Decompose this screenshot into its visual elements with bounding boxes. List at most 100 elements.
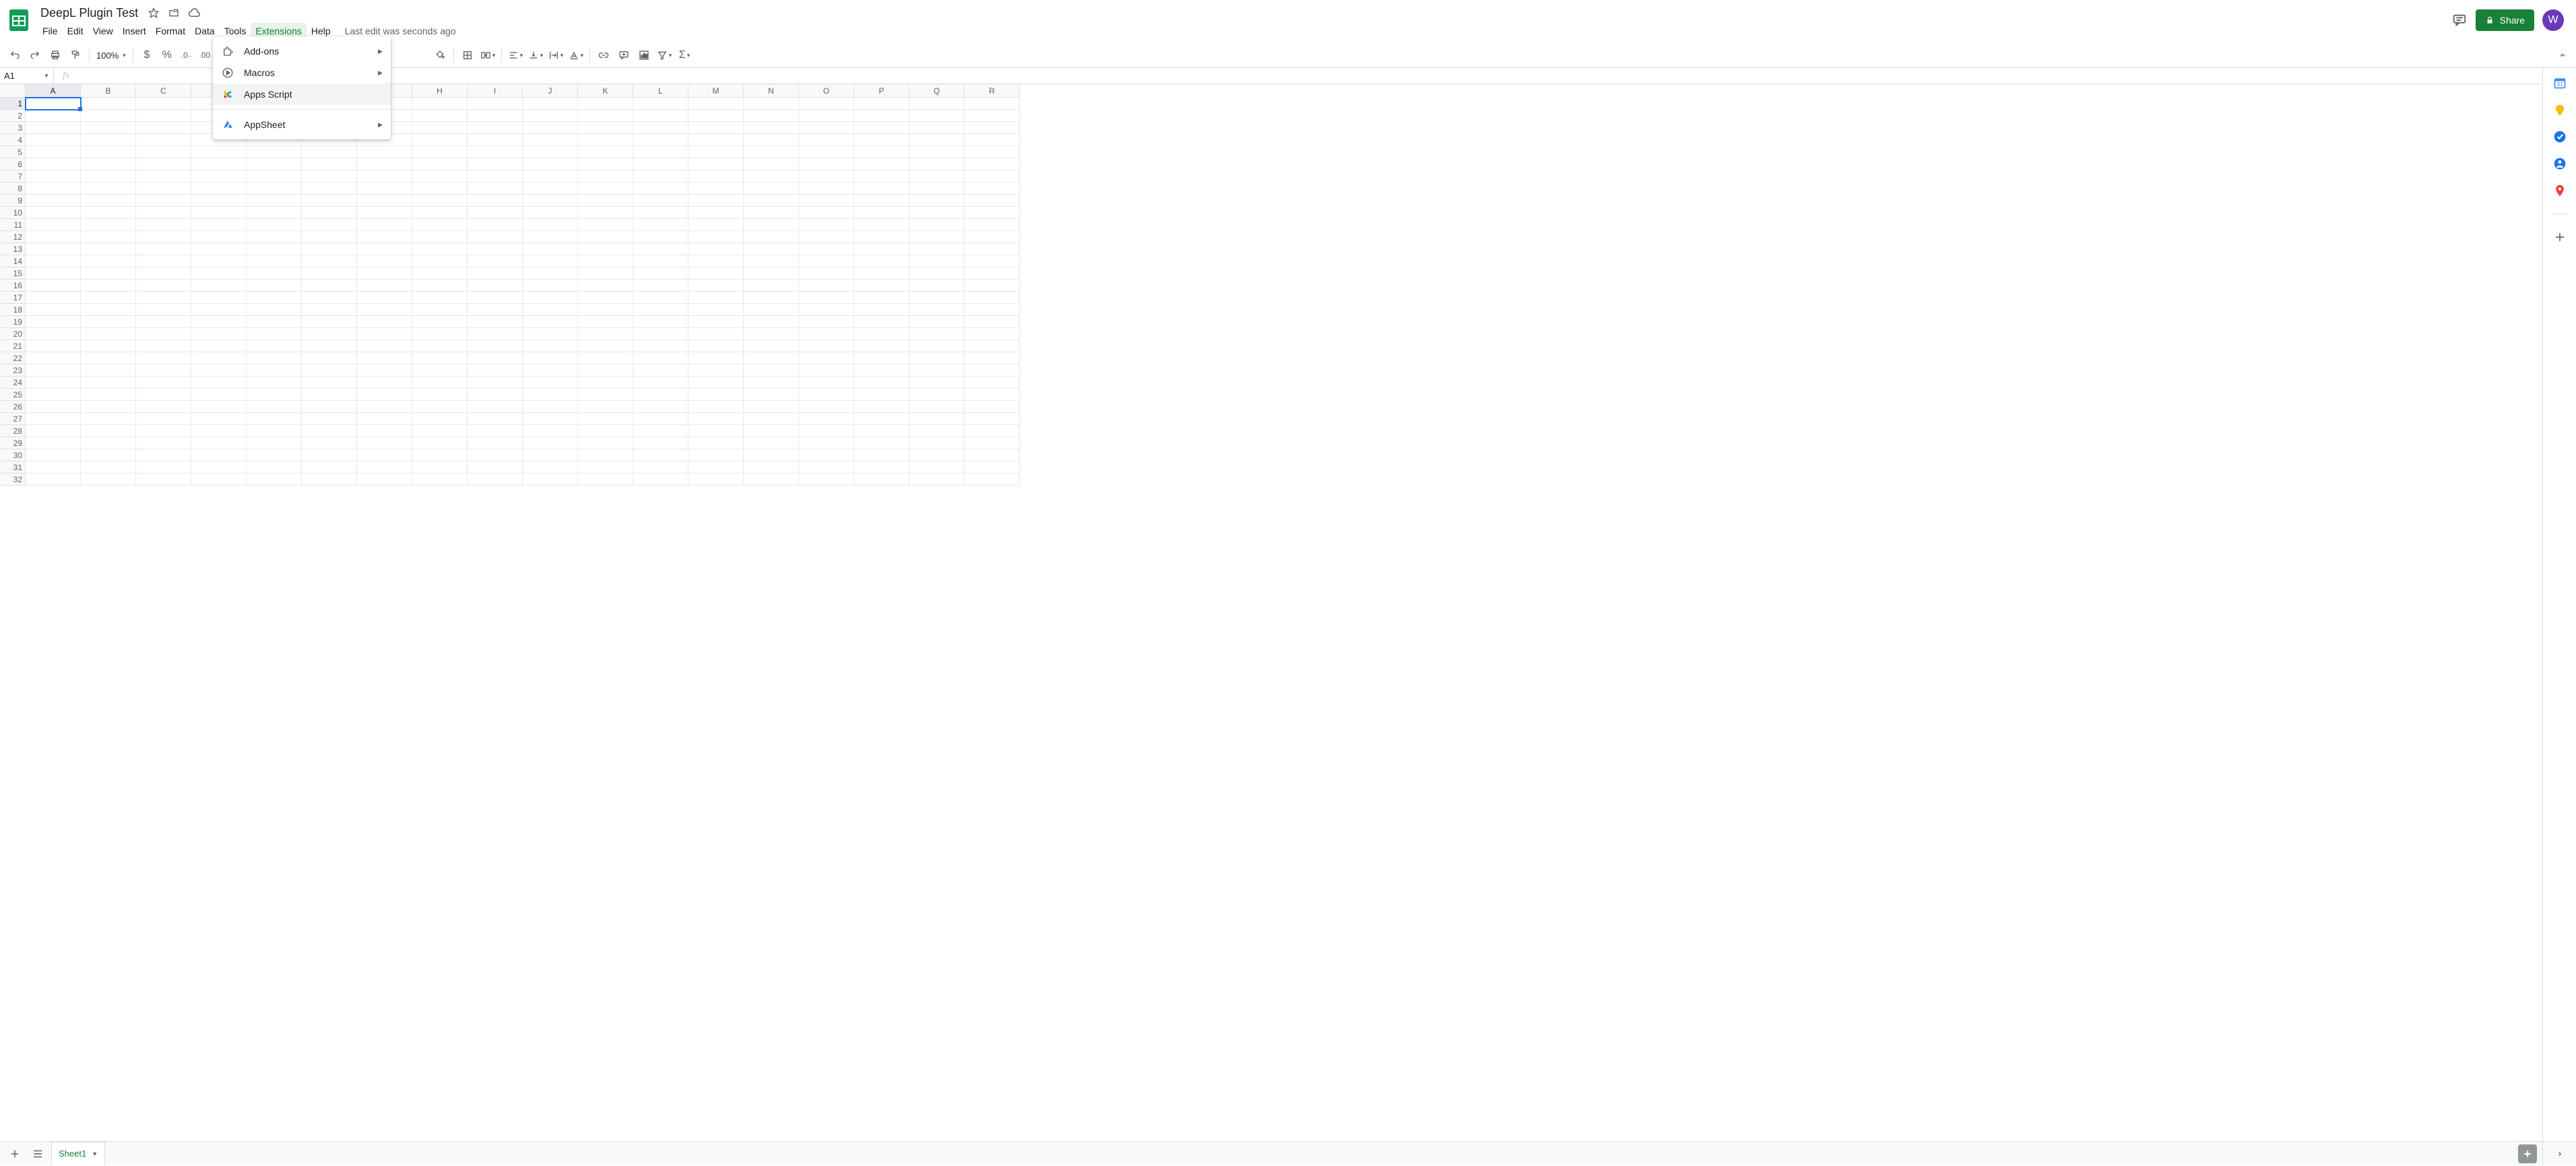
cell[interactable] bbox=[744, 170, 799, 183]
cell[interactable] bbox=[633, 425, 688, 437]
cell[interactable] bbox=[247, 340, 302, 352]
cell[interactable] bbox=[854, 352, 909, 364]
cell[interactable] bbox=[854, 340, 909, 352]
menu-edit[interactable]: Edit bbox=[63, 23, 88, 39]
cell[interactable] bbox=[578, 183, 633, 195]
cell[interactable] bbox=[523, 474, 578, 486]
cell[interactable] bbox=[26, 231, 81, 243]
cell[interactable] bbox=[136, 183, 191, 195]
cell[interactable] bbox=[799, 183, 854, 195]
cell[interactable] bbox=[965, 292, 1020, 304]
cell[interactable] bbox=[81, 170, 136, 183]
cell[interactable] bbox=[854, 304, 909, 316]
cell[interactable] bbox=[302, 207, 357, 219]
cell[interactable] bbox=[302, 231, 357, 243]
col-header[interactable]: P bbox=[854, 84, 909, 98]
cell[interactable] bbox=[26, 219, 81, 231]
cell[interactable] bbox=[523, 219, 578, 231]
cell[interactable] bbox=[744, 267, 799, 280]
cell[interactable] bbox=[247, 219, 302, 231]
cell[interactable] bbox=[688, 425, 744, 437]
cell[interactable] bbox=[578, 134, 633, 146]
cell[interactable] bbox=[412, 98, 468, 110]
cell[interactable] bbox=[854, 449, 909, 461]
cell[interactable] bbox=[468, 449, 523, 461]
cell[interactable] bbox=[412, 401, 468, 413]
cell[interactable] bbox=[854, 413, 909, 425]
cell[interactable] bbox=[302, 255, 357, 267]
cell[interactable] bbox=[854, 461, 909, 474]
cell[interactable] bbox=[191, 219, 247, 231]
cell[interactable] bbox=[136, 389, 191, 401]
cell[interactable] bbox=[965, 219, 1020, 231]
borders-button[interactable] bbox=[458, 46, 477, 65]
cell[interactable] bbox=[191, 449, 247, 461]
cell[interactable] bbox=[799, 364, 854, 377]
cell[interactable] bbox=[412, 292, 468, 304]
cell[interactable] bbox=[468, 146, 523, 158]
cell[interactable] bbox=[909, 170, 965, 183]
cell[interactable] bbox=[909, 316, 965, 328]
cell[interactable] bbox=[909, 134, 965, 146]
cell[interactable] bbox=[965, 280, 1020, 292]
cell[interactable] bbox=[136, 425, 191, 437]
cell[interactable] bbox=[136, 377, 191, 389]
cell[interactable] bbox=[523, 352, 578, 364]
cell[interactable] bbox=[357, 377, 412, 389]
cell[interactable] bbox=[26, 352, 81, 364]
row-header[interactable]: 25 bbox=[0, 389, 26, 401]
cell[interactable] bbox=[26, 110, 81, 122]
sheets-logo[interactable] bbox=[5, 7, 32, 34]
cell[interactable] bbox=[523, 377, 578, 389]
cell[interactable] bbox=[688, 316, 744, 328]
cell[interactable] bbox=[578, 401, 633, 413]
maps-icon[interactable] bbox=[2553, 184, 2567, 197]
cell[interactable] bbox=[81, 316, 136, 328]
cell[interactable] bbox=[81, 219, 136, 231]
row-header[interactable]: 31 bbox=[0, 461, 26, 474]
cell[interactable] bbox=[633, 231, 688, 243]
cell[interactable] bbox=[744, 474, 799, 486]
cell[interactable] bbox=[136, 219, 191, 231]
cell[interactable] bbox=[909, 183, 965, 195]
col-header[interactable]: N bbox=[744, 84, 799, 98]
cell[interactable] bbox=[688, 461, 744, 474]
cell[interactable] bbox=[909, 304, 965, 316]
cell[interactable] bbox=[799, 328, 854, 340]
cell[interactable] bbox=[412, 304, 468, 316]
cell[interactable] bbox=[26, 328, 81, 340]
cell[interactable] bbox=[412, 255, 468, 267]
cell[interactable] bbox=[191, 316, 247, 328]
cell[interactable] bbox=[688, 146, 744, 158]
cell[interactable] bbox=[302, 219, 357, 231]
cell[interactable] bbox=[81, 328, 136, 340]
cell[interactable] bbox=[81, 122, 136, 134]
cell[interactable] bbox=[633, 255, 688, 267]
cell[interactable] bbox=[909, 158, 965, 170]
cell[interactable] bbox=[26, 98, 81, 110]
cell[interactable] bbox=[523, 461, 578, 474]
cell[interactable] bbox=[523, 158, 578, 170]
cell[interactable] bbox=[191, 195, 247, 207]
cell[interactable] bbox=[81, 280, 136, 292]
cell[interactable] bbox=[302, 340, 357, 352]
cell[interactable] bbox=[357, 461, 412, 474]
cell[interactable] bbox=[633, 98, 688, 110]
cell[interactable] bbox=[191, 183, 247, 195]
calendar-icon[interactable]: 31 bbox=[2553, 76, 2567, 90]
keep-icon[interactable] bbox=[2553, 103, 2567, 117]
cell[interactable] bbox=[191, 328, 247, 340]
cell[interactable] bbox=[191, 352, 247, 364]
row-header[interactable]: 13 bbox=[0, 243, 26, 255]
cell[interactable] bbox=[26, 474, 81, 486]
cell[interactable] bbox=[854, 437, 909, 449]
cell[interactable] bbox=[81, 364, 136, 377]
cell[interactable] bbox=[799, 146, 854, 158]
cell[interactable] bbox=[633, 195, 688, 207]
col-header[interactable]: M bbox=[688, 84, 744, 98]
cell[interactable] bbox=[688, 401, 744, 413]
cell[interactable] bbox=[688, 110, 744, 122]
cell[interactable] bbox=[412, 437, 468, 449]
cell[interactable] bbox=[688, 413, 744, 425]
cell[interactable] bbox=[247, 364, 302, 377]
